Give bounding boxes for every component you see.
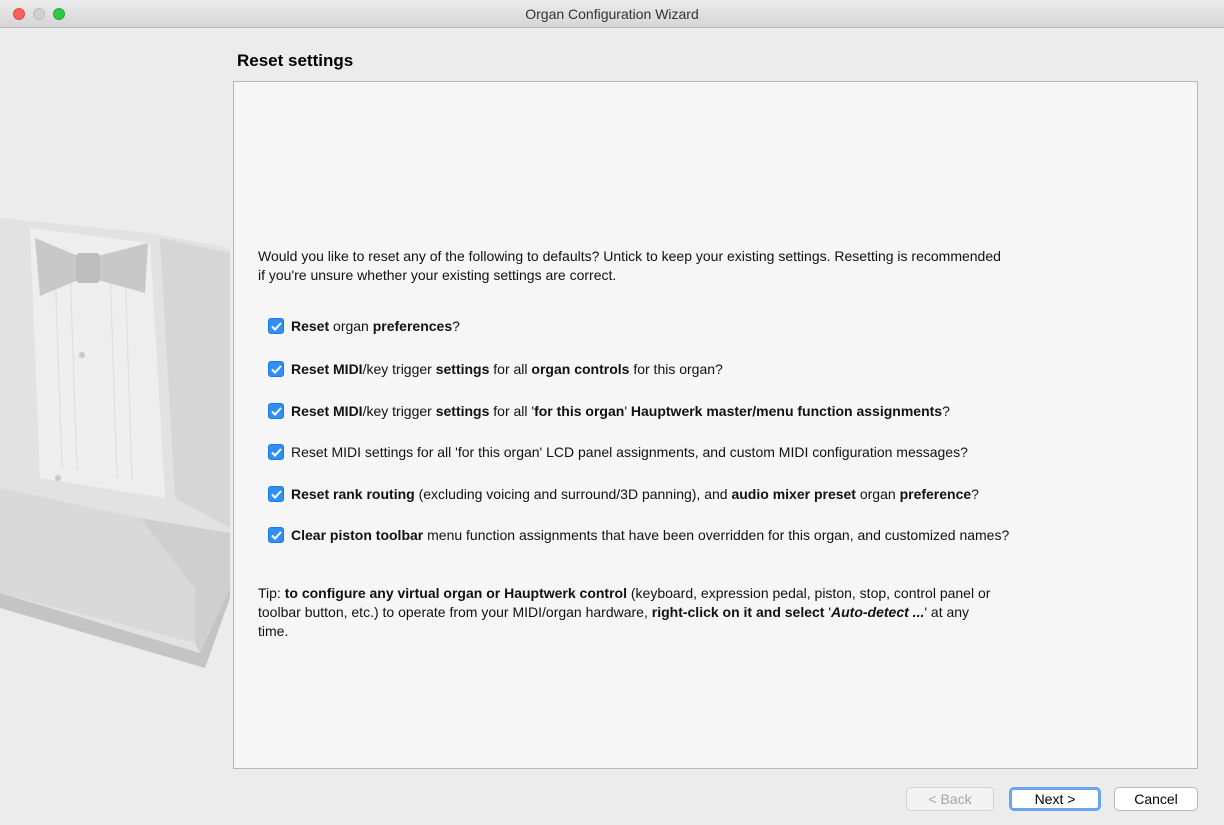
- checkbox-reset-lcd-midi[interactable]: [268, 444, 284, 460]
- checkbox-reset-organ-controls[interactable]: [268, 361, 284, 377]
- cancel-button[interactable]: Cancel: [1114, 787, 1198, 811]
- option-label: Reset MIDI/key trigger settings for all …: [291, 361, 723, 377]
- option-label: Reset organ preferences?: [291, 318, 460, 334]
- tuxedo-illustration: [0, 28, 233, 825]
- checkmark-icon: [270, 530, 282, 540]
- intro-line-2: if you're unsure whether your existing s…: [258, 267, 617, 283]
- checkmark-icon: [270, 321, 282, 331]
- wizard-window: Organ Configuration Wizard Reset setting…: [0, 0, 1224, 825]
- intro-text: Would you like to reset any of the follo…: [258, 247, 1178, 285]
- checkbox-reset-master-menu[interactable]: [268, 403, 284, 419]
- option-reset-organ-controls[interactable]: Reset MIDI/key trigger settings for all …: [268, 359, 723, 379]
- content-panel: Would you like to reset any of the follo…: [233, 81, 1198, 769]
- checkmark-icon: [270, 364, 282, 374]
- checkbox-clear-piston-toolbar[interactable]: [268, 527, 284, 543]
- option-label: Reset rank routing (excluding voicing an…: [291, 486, 979, 502]
- option-reset-rank-routing[interactable]: Reset rank routing (excluding voicing an…: [268, 484, 979, 504]
- option-label: Clear piston toolbar menu function assig…: [291, 527, 1010, 543]
- checkmark-icon: [270, 447, 282, 457]
- page-heading: Reset settings: [237, 51, 354, 70]
- back-button[interactable]: < Back: [906, 787, 994, 811]
- window-title: Organ Configuration Wizard: [525, 6, 699, 22]
- tip-text: Tip: to configure any virtual organ or H…: [258, 585, 991, 639]
- option-label: Reset MIDI settings for all 'for this or…: [291, 444, 968, 460]
- option-reset-master-menu[interactable]: Reset MIDI/key trigger settings for all …: [268, 401, 950, 421]
- title-bar: Organ Configuration Wizard: [0, 0, 1224, 28]
- next-button[interactable]: Next >: [1009, 787, 1101, 811]
- checkmark-icon: [270, 489, 282, 499]
- checkbox-reset-preferences[interactable]: [268, 318, 284, 334]
- checkbox-reset-rank-routing[interactable]: [268, 486, 284, 502]
- option-reset-lcd-midi[interactable]: Reset MIDI settings for all 'for this or…: [268, 442, 968, 462]
- option-label: Reset MIDI/key trigger settings for all …: [291, 403, 950, 419]
- option-reset-preferences[interactable]: Reset organ preferences?: [268, 316, 460, 336]
- intro-line-1: Would you like to reset any of the follo…: [258, 248, 1001, 264]
- checkmark-icon: [270, 406, 282, 416]
- option-clear-piston-toolbar[interactable]: Clear piston toolbar menu function assig…: [268, 525, 1009, 545]
